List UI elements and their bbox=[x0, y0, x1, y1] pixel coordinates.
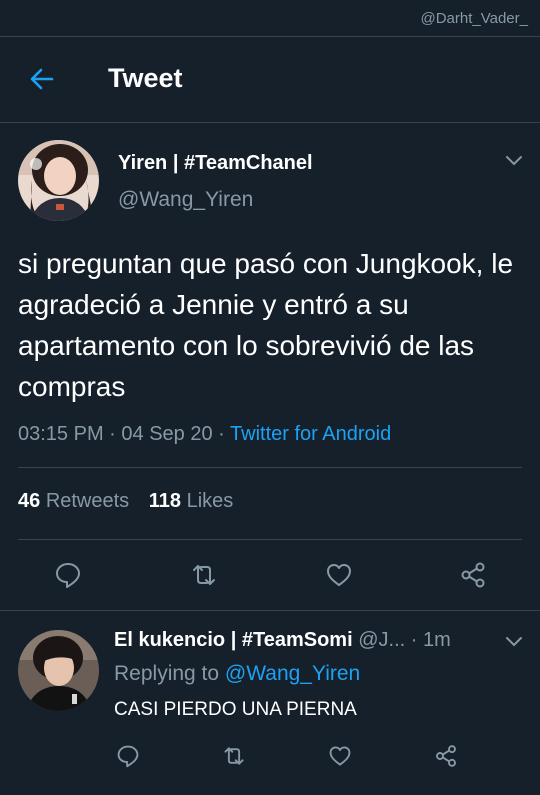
reply-time: 1m bbox=[423, 629, 451, 651]
reply-text: CASI PIERDO UNA PIERNA bbox=[114, 699, 357, 720]
author-handle[interactable]: @Wang_Yiren bbox=[118, 188, 253, 212]
reply-header: El kukencio | #TeamSomi @J... · 1m bbox=[114, 629, 451, 652]
thread-divider bbox=[0, 610, 540, 611]
header-bar: Tweet bbox=[0, 37, 540, 123]
retweets-count: 46 bbox=[18, 490, 41, 512]
author-name[interactable]: Yiren | #TeamChanel bbox=[118, 152, 313, 175]
tweet-meta: 03:15 PM · 04 Sep 20 · Twitter for Andro… bbox=[18, 423, 391, 446]
stats-top-divider bbox=[18, 467, 522, 468]
reply-time-separator: · bbox=[410, 629, 418, 651]
meta-separator: · bbox=[109, 423, 116, 445]
chevron-down-icon[interactable] bbox=[505, 635, 523, 647]
reply-icon[interactable] bbox=[54, 561, 82, 589]
retweet-icon[interactable] bbox=[222, 744, 246, 768]
heart-icon[interactable] bbox=[325, 561, 353, 589]
page-title: Tweet bbox=[108, 63, 183, 93]
heart-icon[interactable] bbox=[328, 744, 352, 768]
tweet-time: 03:15 PM bbox=[18, 423, 104, 445]
reply-author-handle[interactable]: @J... bbox=[358, 629, 405, 651]
tweet-source-link[interactable]: Twitter for Android bbox=[230, 423, 391, 445]
retweet-icon[interactable] bbox=[190, 561, 218, 589]
watermark: @Darht_Vader_ bbox=[420, 10, 528, 27]
header-divider bbox=[0, 122, 540, 123]
tweet-stats: 46 Retweets 118 Likes bbox=[18, 490, 233, 513]
reply-icon[interactable] bbox=[116, 744, 140, 768]
likes-label: Likes bbox=[186, 490, 234, 512]
chevron-down-icon[interactable] bbox=[505, 154, 523, 166]
author-avatar[interactable] bbox=[18, 140, 99, 221]
back-arrow-icon[interactable] bbox=[28, 65, 56, 93]
replying-to-mention[interactable]: @Wang_Yiren bbox=[225, 662, 360, 685]
likes-count: 118 bbox=[148, 490, 182, 512]
retweets-label: Retweets bbox=[45, 490, 130, 512]
reply-author-name[interactable]: El kukencio | #TeamSomi bbox=[114, 629, 353, 651]
replying-to: Replying to @Wang_Yiren bbox=[114, 662, 360, 686]
share-icon[interactable] bbox=[459, 561, 487, 589]
tweet-text: si preguntan que pasó con Jungkook, le a… bbox=[18, 248, 514, 402]
stats-bottom-divider bbox=[18, 539, 522, 540]
share-icon[interactable] bbox=[434, 744, 458, 768]
likes-stat[interactable]: 118 Likes bbox=[149, 490, 234, 512]
retweets-stat[interactable]: 46 Retweets bbox=[18, 490, 129, 512]
replying-to-label: Replying to bbox=[114, 662, 220, 685]
reply-author-avatar[interactable] bbox=[18, 630, 99, 711]
tweet-date: 04 Sep 20 bbox=[121, 423, 213, 445]
meta-separator: · bbox=[218, 423, 225, 445]
